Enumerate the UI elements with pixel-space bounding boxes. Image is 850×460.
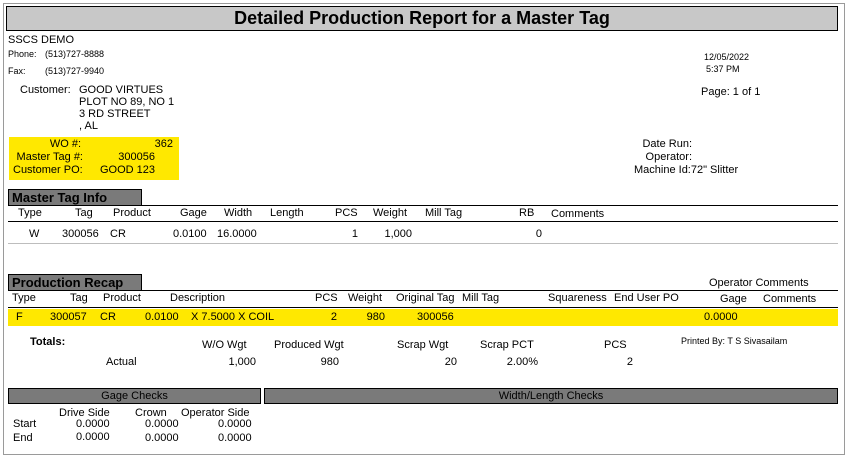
col-header: Mill Tag xyxy=(462,292,500,304)
divider xyxy=(8,243,838,244)
customer-line: , AL xyxy=(79,120,98,132)
divider xyxy=(8,290,838,291)
col-header: Original Tag xyxy=(396,292,455,304)
gage-value: 0.0000 xyxy=(218,432,252,444)
machine-id: Machine Id:72" Slitter xyxy=(634,164,739,176)
customer-line: PLOT NO 89, NO 1 xyxy=(79,96,175,108)
col-header: Type xyxy=(12,292,36,304)
col-header: PCS xyxy=(315,292,338,304)
totals-header: Scrap PCT xyxy=(480,339,534,351)
divider xyxy=(8,205,838,206)
cell-pcs: 1 xyxy=(351,228,358,240)
customer-line: 3 RD STREET xyxy=(79,108,151,120)
cell-description: X 7.5000 X COIL xyxy=(191,311,275,323)
col-header: Length xyxy=(270,207,304,219)
col-header: End User PO xyxy=(614,292,679,304)
master-tag-info-header: Master Tag Info xyxy=(8,189,142,206)
operator-comments-label: Operator Comments xyxy=(709,277,809,289)
col-header: RB xyxy=(519,207,535,219)
cell-weight: 980 xyxy=(366,311,385,323)
phone-label: Phone: xyxy=(8,49,37,59)
gage-value: 0.0000 xyxy=(218,418,252,430)
master-tag-value: 300056 xyxy=(118,151,155,163)
totals-header: PCS xyxy=(604,339,627,351)
gage-value: 0.0000 xyxy=(145,418,179,430)
wo-label: WO #: xyxy=(49,138,81,150)
col-header: Product xyxy=(113,207,151,219)
divider xyxy=(8,221,838,222)
cell-desc-gage: 0.0100 xyxy=(145,311,179,323)
totals-value: 2 xyxy=(626,356,633,368)
gage-value: 0.0000 xyxy=(76,418,110,430)
totals-value: 1,000 xyxy=(228,356,256,368)
gage-row-label: End xyxy=(13,432,33,444)
totals-label: Totals: xyxy=(30,336,66,348)
totals-value: 980 xyxy=(320,356,339,368)
cell-tag: 300057 xyxy=(50,311,87,323)
phone-value: (513)727-8888 xyxy=(45,49,105,59)
col-header: PCS xyxy=(335,207,358,219)
col-header: Gage xyxy=(720,293,747,305)
gage-value: 0.0000 xyxy=(145,432,179,444)
company-name: SSCS DEMO xyxy=(8,34,75,46)
gage-row-label: Start xyxy=(13,418,37,430)
cell-product: CR xyxy=(100,311,116,323)
col-header: Type xyxy=(18,207,42,219)
gage-value: 0.0000 xyxy=(76,431,110,443)
col-header: Width xyxy=(224,207,253,219)
width-length-checks-header: Width/Length Checks xyxy=(264,388,838,404)
col-header: Weight xyxy=(348,292,383,304)
actual-label: Actual xyxy=(106,356,137,368)
cell-width: 16.0000 xyxy=(217,228,257,240)
totals-header: Scrap Wgt xyxy=(397,339,449,351)
report-title: Detailed Production Report for a Master … xyxy=(6,6,838,31)
col-header: Comments xyxy=(551,208,605,220)
cell-pcs: 2 xyxy=(330,311,337,323)
cell-gage: 0.0100 xyxy=(173,228,207,240)
wo-value: 362 xyxy=(154,138,173,150)
report-time: 5:37 PM xyxy=(706,64,740,74)
totals-value: 2.00% xyxy=(506,356,538,368)
totals-header: Produced Wgt xyxy=(274,339,344,351)
customer-label: Customer: xyxy=(20,84,71,96)
col-header: Weight xyxy=(373,207,408,219)
customer-po-label: Customer PO: xyxy=(13,164,83,176)
cell-type: W xyxy=(29,228,40,240)
col-header: Squareness xyxy=(548,292,607,304)
cell-original-tag: 300056 xyxy=(417,311,454,323)
operator-label: Operator: xyxy=(645,151,692,163)
col-header: Description xyxy=(170,292,226,304)
gage-checks-header: Gage Checks xyxy=(8,388,261,404)
master-tag-label: Master Tag #: xyxy=(16,151,83,163)
production-recap-header: Production Recap xyxy=(8,274,142,291)
totals-value: 20 xyxy=(444,356,457,368)
cell-product: CR xyxy=(110,228,126,240)
col-header: Tag xyxy=(75,207,93,219)
cell-weight: 1,000 xyxy=(384,228,412,240)
customer-po-value: GOOD 123 xyxy=(100,164,156,176)
cell-type: F xyxy=(16,311,23,323)
col-header: Mill Tag xyxy=(425,207,463,219)
date-run-label: Date Run: xyxy=(642,138,692,150)
printed-by: Printed By: T S Sivasailam xyxy=(681,336,788,346)
divider xyxy=(8,307,838,308)
col-header: Product xyxy=(103,292,141,304)
fax-label: Fax: xyxy=(8,66,26,76)
page-indicator: Page: 1 of 1 xyxy=(701,86,761,98)
col-header: Gage xyxy=(180,207,207,219)
cell-rb: 0 xyxy=(535,228,542,240)
col-header: Tag xyxy=(70,292,88,304)
customer-line: GOOD VIRTUES xyxy=(79,84,164,96)
cell-gage: 0.0000 xyxy=(704,311,738,323)
report-date: 12/05/2022 xyxy=(704,52,750,62)
fax-value: (513)727-9940 xyxy=(45,66,105,76)
cell-tag: 300056 xyxy=(62,228,99,240)
col-header: Comments xyxy=(763,293,817,305)
totals-header: W/O Wgt xyxy=(202,339,247,351)
